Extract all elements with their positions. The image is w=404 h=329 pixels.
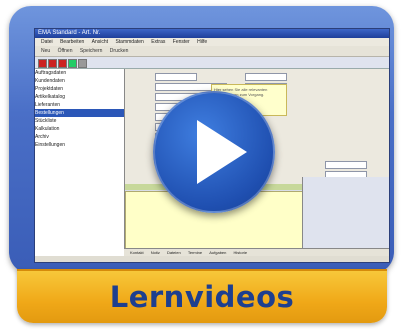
tree-item: Projektdaten xyxy=(35,86,64,92)
tree-item: Kalkulation xyxy=(35,126,60,132)
form-field xyxy=(325,161,367,169)
lernvideos-banner[interactable]: Lernvideos xyxy=(17,269,387,323)
toolbar-label: Drucken xyxy=(109,48,129,54)
tree-item: Lieferanten xyxy=(35,102,61,108)
toolbar-label: Speichern xyxy=(79,48,103,54)
toolbar-icon xyxy=(48,59,57,68)
tree-item-selected: Bestellungen xyxy=(35,109,124,117)
tree-item: Archiv xyxy=(35,134,49,140)
toolbar-label: Öffnen xyxy=(57,48,73,54)
menu-item: Extras xyxy=(151,39,166,45)
toolbar-icon xyxy=(78,59,87,68)
bottom-tab: Kontakt xyxy=(130,250,144,255)
icon-toolbar xyxy=(35,57,389,69)
status-bar xyxy=(35,256,389,262)
bottom-tab: Historie xyxy=(233,250,248,255)
banner-label: Lernvideos xyxy=(109,280,295,314)
menu-item: Ansicht xyxy=(91,39,109,45)
menu-item: Stammdaten xyxy=(115,39,144,45)
tree-item: Auftragsdaten xyxy=(35,70,67,76)
navigation-tree: Auftragsdaten Kundendaten Projektdaten A… xyxy=(35,69,125,259)
bottom-tab: Aufgaben xyxy=(209,250,227,255)
menu-bar: Datei Bearbeiten Ansicht Stammdaten Extr… xyxy=(35,38,389,46)
toolbar-icon xyxy=(58,59,67,68)
menu-item: Bearbeiten xyxy=(60,39,85,45)
toolbar: Neu Öffnen Speichern Drucken xyxy=(35,46,389,57)
tree-item: Einstellungen xyxy=(35,142,66,148)
menu-item: Datei xyxy=(41,39,53,45)
tree-item: Artikelkatalog xyxy=(35,94,66,100)
play-button[interactable] xyxy=(153,91,275,213)
video-thumbnail-frame[interactable]: EMA Standard - Art. Nr. Datei Bearbeiten… xyxy=(9,6,394,274)
menu-item: Hilfe xyxy=(197,39,208,45)
play-icon xyxy=(197,120,247,184)
side-panel xyxy=(302,177,389,256)
toolbar-icon xyxy=(68,59,77,68)
menu-item: Fenster xyxy=(172,39,190,45)
bottom-tab: Notiz xyxy=(150,250,160,255)
form-field xyxy=(155,73,197,81)
toolbar-icon xyxy=(38,59,47,68)
toolbar-label: Neu xyxy=(41,48,51,54)
bottom-tab: Dateien xyxy=(166,250,181,255)
tree-item: Kundendaten xyxy=(35,78,65,84)
tree-item: Stückliste xyxy=(35,118,57,124)
bottom-tab: Termine xyxy=(187,250,203,255)
window-title: EMA Standard - Art. Nr. xyxy=(35,29,389,38)
form-field xyxy=(245,73,287,81)
